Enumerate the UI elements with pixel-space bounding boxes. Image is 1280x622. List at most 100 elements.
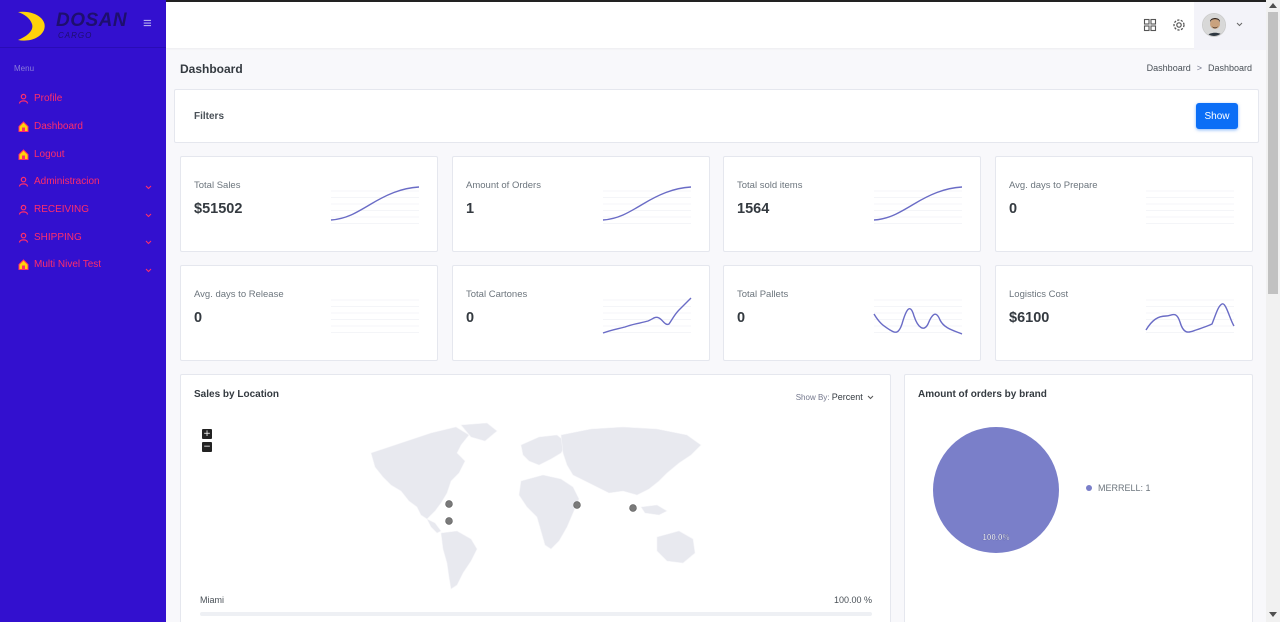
sparkline-line bbox=[873, 186, 963, 221]
sidebar-item-label: SHIPPING bbox=[34, 231, 82, 243]
stat-label: Total Sales bbox=[194, 180, 241, 191]
brand-sub: CARGO bbox=[58, 31, 93, 40]
stat-label: Total sold items bbox=[737, 180, 803, 191]
stat-label: Amount of Orders bbox=[466, 180, 541, 191]
user-icon bbox=[17, 204, 29, 216]
sales-location-title: Sales by Location bbox=[194, 389, 280, 400]
sidebar-item-logout[interactable]: Logout bbox=[0, 140, 166, 168]
sparkline bbox=[873, 299, 963, 335]
menu-toggle-icon[interactable]: ≡ bbox=[143, 16, 152, 31]
home-icon bbox=[17, 148, 29, 160]
show-by-dropdown[interactable]: Show By: Percent bbox=[796, 392, 874, 402]
sidebar-item-label: Multi Nivel Test bbox=[34, 259, 102, 271]
home-icon bbox=[17, 259, 29, 271]
legend-label-merrell[interactable]: MERRELL: 1 bbox=[1098, 483, 1151, 493]
sparkline bbox=[602, 297, 692, 334]
stat-value: 1 bbox=[466, 201, 475, 217]
sparkline-line bbox=[602, 297, 692, 334]
sparkline bbox=[873, 186, 963, 224]
filters-card: Filters Show bbox=[174, 89, 1259, 143]
sparkline bbox=[331, 299, 419, 333]
map-marker[interactable] bbox=[445, 517, 453, 525]
stat-label: Logistics Cost bbox=[1009, 289, 1069, 300]
stat-card-total-sold-items: Total sold items 1564 bbox=[723, 156, 981, 252]
legend-dot-merrell bbox=[1086, 485, 1092, 491]
user-icon bbox=[17, 231, 29, 243]
sidebar-item-shipping[interactable]: SHIPPING bbox=[0, 223, 166, 251]
pie-chart: 100.0% bbox=[933, 427, 1059, 553]
sparkline bbox=[330, 186, 420, 224]
location-row-value: 100.00 % bbox=[833, 595, 872, 605]
page-scrollbar[interactable] bbox=[1266, 0, 1280, 622]
sparkline-line bbox=[1145, 303, 1235, 333]
sidebar-item-profile[interactable]: Profile bbox=[0, 85, 166, 113]
stat-card-total-pallets: Total Pallets 0 bbox=[723, 265, 981, 361]
breadcrumb-item-active: Dashboard bbox=[1207, 63, 1252, 73]
stat-value: $6100 bbox=[1009, 310, 1050, 326]
sidebar: DOSAN CARGO ≡ Menu Profile Dashboard Logou… bbox=[0, 0, 166, 622]
chevron-down-icon[interactable] bbox=[1236, 22, 1243, 27]
menu-title: Menu bbox=[14, 64, 35, 73]
world-map[interactable] bbox=[361, 415, 711, 590]
scrollbar-thumb[interactable] bbox=[1268, 12, 1278, 294]
scroll-down-icon[interactable] bbox=[1269, 612, 1277, 617]
home-icon bbox=[17, 121, 29, 133]
sidebar-item-label: Profile bbox=[34, 93, 63, 105]
chevron-down-icon bbox=[145, 205, 152, 223]
map-marker[interactable] bbox=[445, 500, 453, 508]
chevron-down-icon bbox=[145, 177, 152, 195]
sparkline bbox=[1145, 299, 1235, 333]
sparkline-line bbox=[330, 186, 420, 221]
stat-card-avg-days-to-prepare: Avg. days to Prepare 0 bbox=[995, 156, 1253, 252]
sidebar-item-receiving[interactable]: RECEIVING bbox=[0, 196, 166, 224]
sidebar-item-multi-nivel-test[interactable]: Multi Nivel Test bbox=[0, 251, 166, 279]
stat-value: 0 bbox=[1009, 201, 1018, 217]
stat-value: 0 bbox=[466, 310, 475, 326]
avatar[interactable] bbox=[1202, 13, 1226, 37]
gear-icon[interactable] bbox=[1172, 18, 1186, 32]
sparkline-line bbox=[873, 307, 963, 335]
map-marker[interactable] bbox=[573, 501, 581, 509]
brand[interactable]: DOSAN CARGO ≡ bbox=[0, 0, 166, 48]
map-zoom-out-button[interactable]: − bbox=[202, 442, 212, 452]
user-icon bbox=[17, 93, 29, 105]
chart-legend: MERRELL: 1 bbox=[1086, 483, 1151, 493]
stat-value: 1564 bbox=[737, 201, 770, 217]
stat-value: 0 bbox=[737, 310, 746, 326]
sparkline-line bbox=[602, 186, 692, 221]
stat-label: Avg. days to Release bbox=[194, 289, 284, 300]
map-marker[interactable] bbox=[629, 504, 637, 512]
location-progress-bar bbox=[200, 612, 872, 616]
breadcrumb-item[interactable]: Dashboard bbox=[1147, 63, 1191, 73]
sidebar-nav: Profile Dashboard Logout Administracion RECE… bbox=[0, 85, 166, 279]
user-icon bbox=[17, 176, 29, 188]
chevron-down-icon bbox=[145, 232, 152, 250]
map-zoom-in-button[interactable]: + bbox=[202, 429, 212, 439]
stat-card-logistics-cost: Logistics Cost $6100 bbox=[995, 265, 1253, 361]
sidebar-item-label: Administracion bbox=[34, 176, 100, 188]
sales-by-location-card: Sales by Location Show By: Percent + − M… bbox=[180, 374, 891, 622]
show-by-value: Percent bbox=[831, 392, 863, 402]
page-title: Dashboard bbox=[180, 62, 243, 76]
stat-card-avg-days-to-release: Avg. days to Release 0 bbox=[180, 265, 438, 361]
topbar bbox=[166, 0, 1266, 50]
sidebar-item-dashboard[interactable]: Dashboard bbox=[0, 113, 166, 141]
brand-name: DOSAN bbox=[56, 10, 128, 31]
logo-icon bbox=[18, 11, 45, 41]
show-button[interactable]: Show bbox=[1196, 103, 1238, 129]
stat-value: $51502 bbox=[194, 201, 243, 217]
location-row-label: Miami bbox=[200, 595, 224, 605]
sidebar-item-label: Logout bbox=[34, 148, 65, 160]
sidebar-item-label: RECEIVING bbox=[34, 204, 90, 216]
sidebar-item-administracion[interactable]: Administracion bbox=[0, 168, 166, 196]
stat-label: Avg. days to Prepare bbox=[1009, 180, 1098, 191]
scroll-up-icon[interactable] bbox=[1269, 3, 1277, 8]
sparkline bbox=[602, 186, 692, 224]
chevron-down-icon bbox=[867, 395, 874, 400]
stat-card-total-cartones: Total Cartones 0 bbox=[452, 265, 710, 361]
orders-by-brand-card: Amount of orders by brand 100.0% MERRELL… bbox=[904, 374, 1253, 622]
user-menu[interactable] bbox=[1194, 2, 1266, 50]
apps-grid-icon[interactable] bbox=[1143, 18, 1157, 32]
stat-card-total-sales: Total Sales $51502 bbox=[180, 156, 438, 252]
filters-title: Filters bbox=[194, 111, 225, 122]
